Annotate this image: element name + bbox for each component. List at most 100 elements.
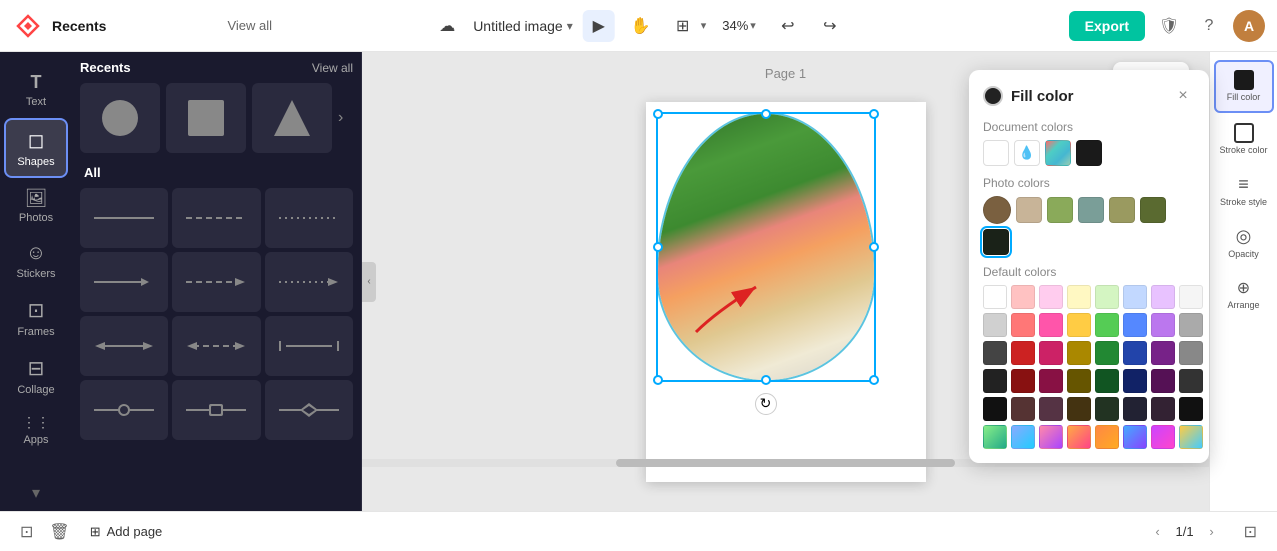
def-color-14[interactable] [1123, 313, 1147, 337]
canvas-dropdown-icon[interactable]: ▾ [701, 19, 707, 32]
photo-color-6[interactable] [1140, 197, 1166, 223]
shield-icon[interactable]: 🛡 [1153, 10, 1185, 42]
doc-color-gradient[interactable] [1045, 140, 1071, 166]
def-color-4[interactable] [1067, 285, 1091, 309]
def-color-grad-2[interactable] [1011, 425, 1035, 449]
sidebar-item-stickers[interactable]: ☺ Stickers [4, 234, 68, 288]
def-color-20[interactable] [1067, 341, 1091, 365]
def-color-31[interactable] [1151, 369, 1175, 393]
upload-button[interactable]: ☁ [431, 10, 463, 42]
def-color-grad-4[interactable] [1067, 425, 1091, 449]
def-color-37[interactable] [1095, 397, 1119, 421]
handle-bl[interactable] [653, 375, 663, 385]
def-color-23[interactable] [1151, 341, 1175, 365]
shape-arrow-right-dashed[interactable] [172, 252, 260, 312]
stroke-color-tool[interactable]: Stroke color [1214, 115, 1274, 164]
opacity-tool[interactable]: ◎ Opacity [1214, 218, 1274, 268]
sidebar-item-frames[interactable]: ⊡ Frames [4, 290, 68, 346]
photo-color-5[interactable] [1109, 197, 1135, 223]
handle-tl[interactable] [653, 109, 663, 119]
stroke-style-tool[interactable]: ≡ Stroke style [1214, 166, 1274, 216]
bottombar-copy-icon[interactable]: ⊡ [16, 518, 37, 546]
recents-next-icon[interactable]: › [338, 109, 343, 127]
def-color-1[interactable] [983, 285, 1007, 309]
def-color-6[interactable] [1123, 285, 1147, 309]
shape-dotted-line[interactable] [265, 188, 353, 248]
def-color-16[interactable] [1179, 313, 1203, 337]
view-all-link[interactable]: View all [227, 18, 272, 33]
def-color-13[interactable] [1095, 313, 1119, 337]
photo-color-7[interactable] [983, 229, 1009, 255]
sidebar-item-text[interactable]: T Text [4, 64, 68, 116]
sidebar-collapse-handle[interactable]: ‹ [362, 262, 376, 302]
def-color-grad-7[interactable] [1151, 425, 1175, 449]
def-color-26[interactable] [1011, 369, 1035, 393]
fill-color-tool[interactable]: Fill color [1214, 60, 1274, 113]
shape-circle-handle[interactable] [80, 380, 168, 440]
sidebar-item-collage[interactable]: ⊟ Collage [4, 348, 68, 404]
photo-element[interactable] [656, 112, 876, 382]
def-color-25[interactable] [983, 369, 1007, 393]
def-color-40[interactable] [1179, 397, 1203, 421]
recent-shape-triangle[interactable] [252, 83, 332, 153]
photo-color-2[interactable] [1016, 197, 1042, 223]
def-color-29[interactable] [1095, 369, 1119, 393]
shape-dashed-line[interactable] [172, 188, 260, 248]
def-color-15[interactable] [1151, 313, 1175, 337]
def-color-30[interactable] [1123, 369, 1147, 393]
arrange-tool[interactable]: ⊕ Arrange [1214, 270, 1274, 319]
shape-diamond-handle[interactable] [265, 380, 353, 440]
handle-br[interactable] [869, 375, 879, 385]
def-color-33[interactable] [983, 397, 1007, 421]
export-button[interactable]: Export [1069, 11, 1145, 41]
photo-color-3[interactable] [1047, 197, 1073, 223]
recent-shape-square[interactable] [166, 83, 246, 153]
def-color-19[interactable] [1039, 341, 1063, 365]
shape-arrow-right-dotted[interactable] [265, 252, 353, 312]
select-tool[interactable]: ▶ [583, 10, 615, 42]
def-color-28[interactable] [1067, 369, 1091, 393]
shape-bracket-arrow[interactable] [265, 316, 353, 376]
help-icon[interactable]: ? [1193, 10, 1225, 42]
def-color-grad-6[interactable] [1123, 425, 1147, 449]
sidebar-more-button[interactable]: ▾ [32, 483, 40, 503]
def-color-22[interactable] [1123, 341, 1147, 365]
doc-color-white[interactable] [983, 140, 1009, 166]
add-page-button[interactable]: ⊞ Add page [82, 520, 171, 544]
zoom-control[interactable]: 34% ▾ [716, 14, 762, 37]
shape-solid-line[interactable] [80, 188, 168, 248]
def-color-24[interactable] [1179, 341, 1203, 365]
def-color-11[interactable] [1039, 313, 1063, 337]
sidebar-item-shapes[interactable]: ◻ Shapes [4, 118, 68, 178]
def-color-12[interactable] [1067, 313, 1091, 337]
photo-color-1[interactable] [983, 196, 1011, 224]
logo[interactable] [12, 10, 44, 42]
def-color-10[interactable] [1011, 313, 1035, 337]
def-color-39[interactable] [1151, 397, 1175, 421]
def-color-grad-8[interactable] [1179, 425, 1203, 449]
shape-double-arrow[interactable] [80, 316, 168, 376]
def-color-21[interactable] [1095, 341, 1119, 365]
def-color-3[interactable] [1039, 285, 1063, 309]
title-dropdown-icon[interactable]: ▾ [567, 19, 573, 33]
recents-viewall-link[interactable]: View all [312, 61, 353, 75]
def-color-38[interactable] [1123, 397, 1147, 421]
bottombar-delete-icon[interactable]: 🗑 [45, 518, 73, 546]
fill-panel-close-button[interactable]: × [1171, 84, 1195, 108]
def-color-18[interactable] [1011, 341, 1035, 365]
photo-color-4[interactable] [1078, 197, 1104, 223]
rotate-handle[interactable]: ↻ [755, 393, 777, 415]
def-color-9[interactable] [983, 313, 1007, 337]
def-color-grad-5[interactable] [1095, 425, 1119, 449]
shape-double-arrow-dashed[interactable] [172, 316, 260, 376]
def-color-34[interactable] [1011, 397, 1035, 421]
def-color-7[interactable] [1151, 285, 1175, 309]
shape-arrow-right[interactable] [80, 252, 168, 312]
doc-color-black[interactable] [1076, 140, 1102, 166]
shape-rect-handle[interactable] [172, 380, 260, 440]
canvas-size-button[interactable]: ⊞ [667, 10, 699, 42]
def-color-2[interactable] [1011, 285, 1035, 309]
def-color-36[interactable] [1067, 397, 1091, 421]
def-color-grad-3[interactable] [1039, 425, 1063, 449]
def-color-32[interactable] [1179, 369, 1203, 393]
